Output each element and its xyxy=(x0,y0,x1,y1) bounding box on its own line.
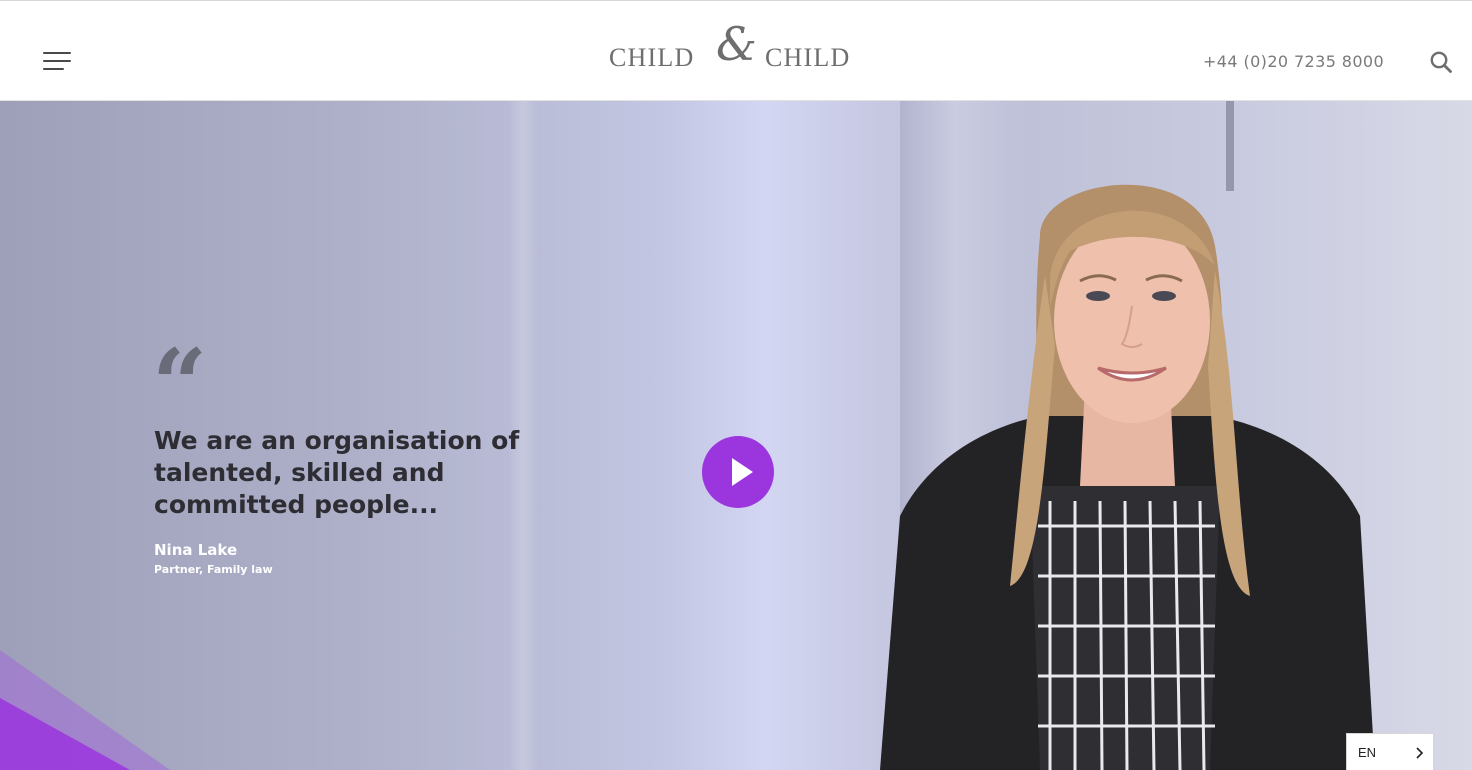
page: CHILD & CHILD +44 (0)20 7235 8000 “ We a… xyxy=(0,0,1472,770)
search-icon[interactable] xyxy=(1429,50,1453,74)
quote-mark-icon: “ xyxy=(152,328,208,441)
hamburger-menu-icon[interactable] xyxy=(43,52,72,72)
quote-author-role: Partner, Family law xyxy=(154,563,273,576)
language-selector[interactable]: EN xyxy=(1346,733,1434,770)
hero-quote: We are an organisation of talented, skil… xyxy=(154,426,520,519)
quote-author-name: Nina Lake xyxy=(154,541,238,559)
logo-ampersand: & xyxy=(716,17,757,71)
corner-accent-shape xyxy=(0,650,170,770)
phone-link[interactable]: +44 (0)20 7235 8000 xyxy=(1203,52,1384,71)
logo-word-right: CHILD xyxy=(765,43,851,72)
chevron-right-icon xyxy=(1416,747,1424,759)
play-icon xyxy=(732,458,753,486)
language-code: EN xyxy=(1358,745,1377,760)
hero-video-section: “ We are an organisation of talented, sk… xyxy=(0,101,1472,770)
site-header: CHILD & CHILD +44 (0)20 7235 8000 xyxy=(0,0,1472,101)
logo-word-left: CHILD xyxy=(609,43,695,72)
person-photo xyxy=(880,184,1375,770)
play-video-button[interactable] xyxy=(702,436,774,508)
site-logo[interactable]: CHILD & CHILD xyxy=(606,17,868,77)
